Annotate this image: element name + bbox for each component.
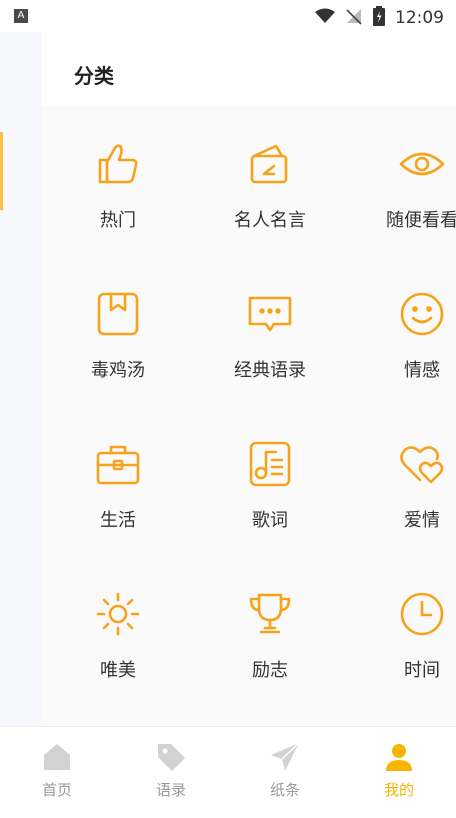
battery-icon xyxy=(373,6,385,30)
tab-label: 我的 xyxy=(383,781,414,799)
hearts-icon xyxy=(398,440,446,488)
tab-quotes[interactable]: 语录 xyxy=(114,727,228,818)
user-icon xyxy=(383,741,415,773)
category-label: 唯美 xyxy=(100,660,136,681)
category-emotion[interactable]: 情感 xyxy=(346,256,456,406)
cards-icon xyxy=(246,140,294,188)
category-inspiration[interactable]: 励志 xyxy=(194,556,346,706)
clock-time: 12:09 xyxy=(395,8,444,28)
tab-label: 首页 xyxy=(41,781,72,799)
music-note-icon xyxy=(246,440,294,488)
tab-home[interactable]: 首页 xyxy=(0,727,114,818)
category-label: 爱情 xyxy=(404,510,440,531)
sun-icon xyxy=(94,590,142,638)
category-browse[interactable]: 随便看看 xyxy=(346,106,456,256)
status-bar: A 12:09 xyxy=(0,0,456,32)
wifi-icon xyxy=(315,8,335,28)
category-life[interactable]: 生活 xyxy=(42,406,194,556)
paper-plane-icon xyxy=(269,741,301,773)
no-signal-icon xyxy=(345,7,363,29)
tab-label: 语录 xyxy=(155,781,186,799)
category-aesthetic[interactable]: 唯美 xyxy=(42,556,194,706)
tab-label: 纸条 xyxy=(269,781,300,799)
notification-badge: A xyxy=(14,9,28,23)
category-label: 热门 xyxy=(100,210,136,231)
bottom-tab-bar: 首页 语录 纸条 我的 xyxy=(0,726,456,818)
home-icon xyxy=(41,741,73,773)
category-sidebar[interactable] xyxy=(0,32,42,732)
category-label: 随便看看 xyxy=(386,210,456,231)
category-poison-soup[interactable]: 毒鸡汤 xyxy=(42,256,194,406)
message-icon xyxy=(246,290,294,338)
status-icons: 12:09 xyxy=(315,6,444,30)
category-label: 歌词 xyxy=(252,510,288,531)
category-classic-quotes[interactable]: 经典语录 xyxy=(194,256,346,406)
tag-icon xyxy=(155,741,187,773)
category-lyrics[interactable]: 歌词 xyxy=(194,406,346,556)
category-label: 情感 xyxy=(404,360,440,381)
page-title: 分类 xyxy=(74,64,114,88)
eye-icon xyxy=(398,140,446,188)
category-label: 名人名言 xyxy=(234,210,306,231)
tab-mine[interactable]: 我的 xyxy=(342,727,456,818)
category-hot[interactable]: 热门 xyxy=(42,106,194,256)
smile-icon xyxy=(398,290,446,338)
category-label: 毒鸡汤 xyxy=(91,360,145,381)
category-grid: 热门 名人名言 随便看看 毒鸡汤 经典语录 情感 生活 歌词 爱情 唯美 励志 … xyxy=(42,106,456,726)
sidebar-selected-indicator xyxy=(0,132,3,210)
briefcase-icon xyxy=(94,440,142,488)
category-famous-quotes[interactable]: 名人名言 xyxy=(194,106,346,256)
category-label: 经典语录 xyxy=(234,360,306,381)
tab-notes[interactable]: 纸条 xyxy=(228,727,342,818)
category-label: 励志 xyxy=(252,660,288,681)
trophy-icon xyxy=(246,590,294,638)
bookmark-icon xyxy=(94,290,142,338)
category-label: 生活 xyxy=(100,510,136,531)
category-time[interactable]: 时间 xyxy=(346,556,456,706)
clock-icon xyxy=(398,590,446,638)
category-label: 时间 xyxy=(404,660,440,681)
thumbs-up-icon xyxy=(94,140,142,188)
category-love[interactable]: 爱情 xyxy=(346,406,456,556)
